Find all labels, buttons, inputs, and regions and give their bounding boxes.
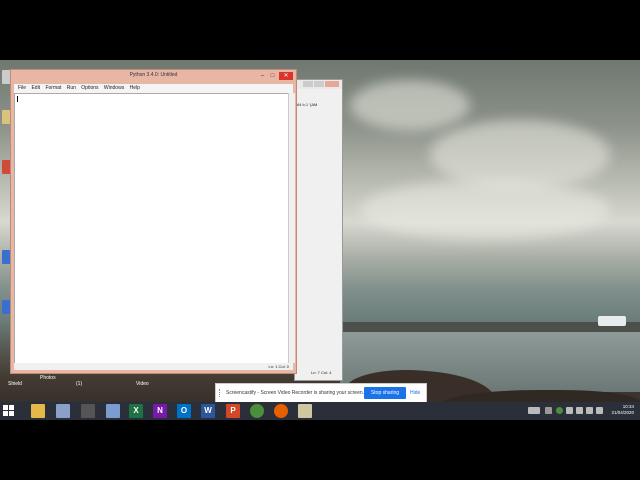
desktop-label[interactable]: Photos [40,375,56,381]
python-idle-icon[interactable] [298,404,312,418]
excel-icon[interactable]: X [129,404,143,418]
drag-handle-icon[interactable] [219,389,222,397]
cloud [350,80,470,130]
powerpoint-icon[interactable]: P [226,404,240,418]
python-shell-window[interactable]: 64 b.1 '(AM Ln: 7 Col: 4 [294,79,343,381]
start-button[interactable] [3,405,15,417]
menu-edit[interactable]: Edit [31,84,40,93]
menu-bar: File Edit Format Run Options Windows Hel… [14,84,293,93]
close-button[interactable] [325,81,339,87]
horizon-land [340,322,640,332]
onenote-icon[interactable]: N [153,404,167,418]
clock[interactable]: 10:34 21/04/2020 [611,404,634,416]
desktop-label[interactable]: Video [136,381,149,387]
tray-icon[interactable] [556,407,563,414]
battery-icon[interactable] [596,407,603,414]
shell-menu-fragment: 64 b.1 '(AM [297,102,318,107]
cloud [360,180,610,240]
menu-file[interactable]: File [18,84,26,93]
maximize-button[interactable] [314,81,324,87]
status-bar: Ln: 1 Col: 0 [14,363,293,370]
text-caret [17,96,18,102]
tray-icon[interactable] [566,407,573,414]
idle-editor-window[interactable]: Python 3.4.0: Untitled – □ ✕ File Edit F… [10,69,297,374]
settings-icon[interactable] [81,404,95,418]
word-icon[interactable]: W [201,404,215,418]
menu-help[interactable]: Help [130,84,140,93]
chrome-icon[interactable] [250,404,264,418]
menu-run[interactable]: Run [67,84,76,93]
hide-button[interactable]: Hide [410,390,420,396]
notepad-icon[interactable] [106,404,120,418]
firefox-icon[interactable] [274,404,288,418]
menu-options[interactable]: Options [81,84,98,93]
maximize-button[interactable]: □ [268,72,277,80]
menu-windows[interactable]: Windows [104,84,124,93]
share-message: Screencastify - Screen Video Recorder is… [226,390,365,396]
tray-icon[interactable] [545,407,552,414]
window-title: Python 3.4.0: Untitled [129,72,178,78]
minimize-button[interactable]: – [258,72,267,80]
ship [598,316,626,326]
cloud [430,120,610,190]
desktop-label[interactable]: (1) [76,381,82,387]
file-icon[interactable] [56,404,70,418]
taskbar: X N O W P 10:34 21/04/2020 [0,402,640,420]
network-icon[interactable] [576,407,583,414]
outlook-icon[interactable]: O [177,404,191,418]
close-button[interactable]: ✕ [279,72,293,80]
file-explorer-icon[interactable] [31,404,45,418]
stop-sharing-button[interactable]: Stop sharing [364,387,406,399]
cursor-position: Ln: 1 Col: 0 [268,364,289,369]
desktop-label[interactable]: Shield [8,381,22,387]
minimize-button[interactable] [303,81,313,87]
keyboard-icon[interactable] [528,407,540,414]
screen-share-bar: Screencastify - Screen Video Recorder is… [215,383,427,403]
vertical-scrollbar[interactable] [288,93,295,363]
shell-status: Ln: 7 Col: 4 [311,370,332,375]
code-editor[interactable] [14,93,289,365]
clock-date: 21/04/2020 [611,410,634,415]
volume-icon[interactable] [586,407,593,414]
menu-format[interactable]: Format [45,84,61,93]
